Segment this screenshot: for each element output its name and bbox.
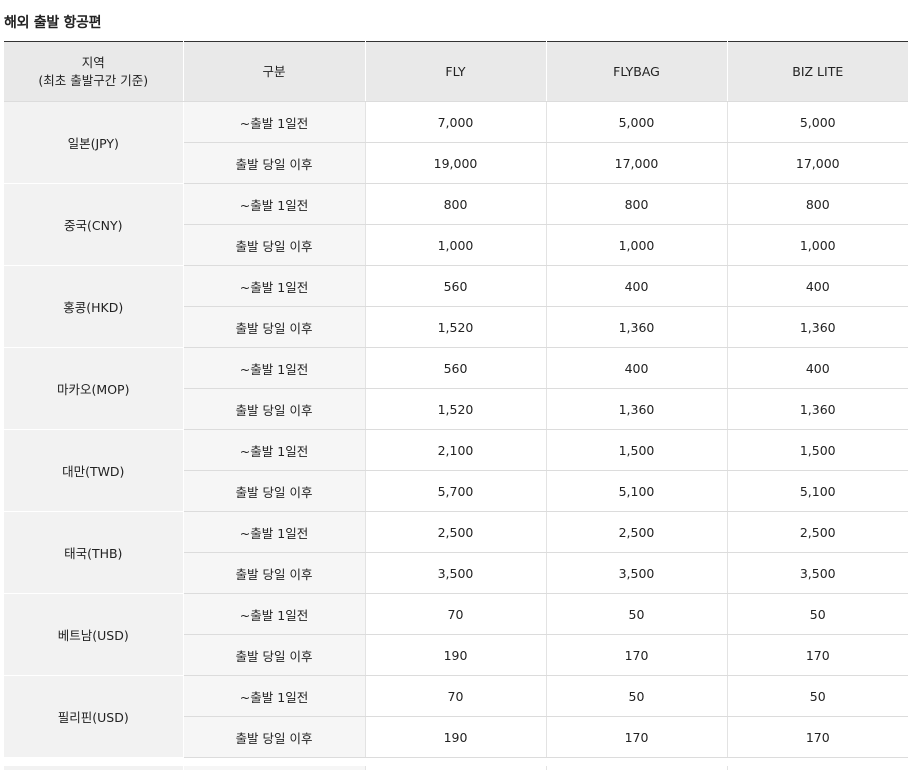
table-header-row: 지역 (최초 출발구간 기준) 구분 FLY FLYBAG BIZ LITE [4, 41, 908, 102]
fare-cell-fly: 1,520 [365, 388, 547, 430]
header-region-line2: (최초 출발구간 기준) [38, 72, 149, 88]
type-cell: 출발 당일 이후 [183, 388, 366, 430]
fare-cell-biz-lite: 2,500 [727, 511, 908, 553]
type-cell: ~출발 1일전 [183, 347, 366, 389]
fare-cell-fly: 5,700 [365, 470, 547, 512]
fare-cell-biz-lite: 17,000 [727, 142, 908, 184]
table-row: 베트남(USD) ~출발 1일전 70 50 50 [4, 593, 908, 676]
fare-cell-biz-lite: 5,000 [727, 101, 908, 143]
type-cell: ~출발 1일전 [183, 511, 366, 553]
fare-cell-biz-lite: 400 [727, 347, 908, 389]
fare-cell-fly: 800 [365, 183, 547, 225]
fare-cell-flybag: 1,000 [546, 224, 728, 266]
fare-cell-fly: 190 [365, 634, 547, 676]
fare-cell-biz-lite: 1,360 [727, 306, 908, 348]
fare-cell-flybag: 17,000 [546, 142, 728, 184]
fare-cell-fly: 70 [365, 593, 547, 635]
header-fare-fly: FLY [365, 41, 547, 102]
table-row: 필리핀(USD) ~출발 1일전 70 50 50 [4, 675, 908, 758]
header-type: 구분 [183, 41, 366, 102]
type-cell: 출발 당일 이후 [183, 716, 366, 758]
fare-cell-biz-lite: 800 [727, 183, 908, 225]
fare-cell-fly: 70 [365, 675, 547, 717]
region-cell: 중국(CNY) [4, 183, 184, 266]
fare-cell-flybag: 800 [546, 183, 728, 225]
type-cell: 출발 당일 이후 [183, 306, 366, 348]
region-cell: 홍콩(HKD) [4, 265, 184, 348]
fare-cell-flybag: 400 [546, 265, 728, 307]
fare-cell-biz-lite: 50 [727, 675, 908, 717]
fare-cell-biz-lite: 1,500 [727, 429, 908, 471]
fare-cell-fly: 560 [365, 347, 547, 389]
region-cell: 마카오(MOP) [4, 347, 184, 430]
fare-cell-fly: 1,520 [365, 306, 547, 348]
table-row: 홍콩(HKD) ~출발 1일전 560 400 400 [4, 265, 908, 348]
region-cell: 일본(JPY) [4, 101, 184, 184]
fare-cell-flybag: 50 [546, 593, 728, 635]
type-cell: ~출발 1일전 [183, 429, 366, 471]
table-continuation [4, 766, 907, 770]
fare-cell-flybag: 5,100 [546, 470, 728, 512]
fare-cell-fly: 3,500 [365, 552, 547, 594]
type-cell: 출발 당일 이후 [183, 142, 366, 184]
header-fare-biz-lite: BIZ LITE [727, 41, 908, 102]
fare-cell-flybag: 400 [546, 347, 728, 389]
header-fare-flybag: FLYBAG [546, 41, 728, 102]
fare-cell-flybag: 1,500 [546, 429, 728, 471]
type-cell: ~출발 1일전 [183, 101, 366, 143]
fare-cell-biz-lite: 1,360 [727, 388, 908, 430]
header-region-line1: 지역 [81, 54, 105, 70]
region-cell: 대만(TWD) [4, 429, 184, 512]
section-title: 해외 출발 항공편 [4, 15, 102, 31]
fare-cell-biz-lite: 170 [727, 634, 908, 676]
fare-cell-biz-lite: 3,500 [727, 552, 908, 594]
fare-cell-flybag: 2,500 [546, 511, 728, 553]
type-cell: 출발 당일 이후 [183, 634, 366, 676]
type-cell: 출발 당일 이후 [183, 470, 366, 512]
fare-cell-fly: 7,000 [365, 101, 547, 143]
fare-cell-biz-lite: 5,100 [727, 470, 908, 512]
fare-cell-fly: 1,000 [365, 224, 547, 266]
fare-cell-biz-lite: 50 [727, 593, 908, 635]
fare-table-body: 일본(JPY) ~출발 1일전 7,000 5,000 5,000 출발 당일 이후 19,… [4, 101, 908, 758]
header-region: 지역 (최초 출발구간 기준) [4, 41, 184, 102]
fare-cell-biz-lite: 400 [727, 265, 908, 307]
type-cell: ~출발 1일전 [183, 265, 366, 307]
fare-cell-flybag: 1,360 [546, 388, 728, 430]
type-cell: 출발 당일 이후 [183, 552, 366, 594]
fare-cell-biz-lite: 170 [727, 716, 908, 758]
fare-cell-flybag: 5,000 [546, 101, 728, 143]
region-cell: 필리핀(USD) [4, 675, 184, 758]
type-cell: ~출발 1일전 [183, 593, 366, 635]
fare-cell-fly: 19,000 [365, 142, 547, 184]
table-row: 마카오(MOP) ~출발 1일전 560 400 400 [4, 347, 908, 430]
table-row: 중국(CNY) ~출발 1일전 800 800 800 [4, 183, 908, 266]
type-cell: ~출발 1일전 [183, 675, 366, 717]
fare-cell-flybag: 170 [546, 634, 728, 676]
fare-cell-flybag: 170 [546, 716, 728, 758]
fare-cell-fly: 190 [365, 716, 547, 758]
fare-cell-flybag: 1,360 [546, 306, 728, 348]
fare-cell-fly: 560 [365, 265, 547, 307]
fare-cell-fly: 2,500 [365, 511, 547, 553]
table-row: 일본(JPY) ~출발 1일전 7,000 5,000 5,000 [4, 101, 908, 184]
fare-cell-flybag: 50 [546, 675, 728, 717]
type-cell: 출발 당일 이후 [183, 224, 366, 266]
type-cell: ~출발 1일전 [183, 183, 366, 225]
table-row: 대만(TWD) ~출발 1일전 2,100 1,500 1,500 [4, 429, 908, 512]
region-cell: 베트남(USD) [4, 593, 184, 676]
region-cell: 태국(THB) [4, 511, 184, 594]
fare-cell-biz-lite: 1,000 [727, 224, 908, 266]
table-row: 태국(THB) ~출발 1일전 2,500 2,500 2,500 [4, 511, 908, 594]
fare-table: 지역 (최초 출발구간 기준) 구분 FLY FLYBAG BIZ LITE 일… [4, 41, 908, 758]
fare-cell-flybag: 3,500 [546, 552, 728, 594]
fare-cell-fly: 2,100 [365, 429, 547, 471]
